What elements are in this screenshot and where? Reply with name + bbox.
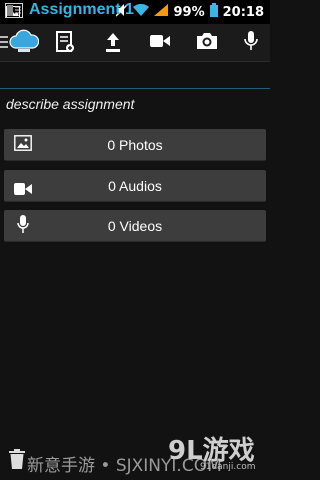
clock: 20:18 bbox=[222, 4, 264, 20]
microphone-icon[interactable] bbox=[244, 30, 258, 52]
signal-icon bbox=[154, 4, 169, 20]
action-bar bbox=[0, 24, 270, 62]
photos-button[interactable]: 0 Photos bbox=[4, 129, 266, 161]
audios-button[interactable]: 0 Audios bbox=[4, 170, 266, 202]
new-document-icon[interactable] bbox=[56, 31, 74, 53]
title-divider bbox=[0, 88, 270, 89]
upload-icon[interactable] bbox=[104, 31, 122, 53]
video-camera-icon[interactable] bbox=[150, 34, 170, 48]
wifi-icon bbox=[133, 3, 150, 20]
audios-count: 0 Audios bbox=[108, 177, 162, 194]
microphone-icon bbox=[17, 215, 29, 239]
videos-count: 0 Videos bbox=[107, 217, 163, 234]
image-icon bbox=[14, 135, 32, 155]
cloud-app-icon[interactable] bbox=[9, 28, 39, 54]
assignment-description: describe assignment bbox=[6, 96, 135, 112]
battery-icon bbox=[209, 3, 218, 21]
trash-icon[interactable] bbox=[9, 449, 25, 473]
photos-count: 0 Photos bbox=[107, 136, 163, 153]
assignment-title: Assignment 1 bbox=[29, 1, 134, 18]
battery-percent: 99% bbox=[173, 4, 205, 20]
assignment-icon bbox=[5, 3, 23, 22]
camera-icon[interactable] bbox=[197, 32, 217, 49]
watermark-url: 91danji.com bbox=[200, 462, 256, 472]
videos-button[interactable]: 0 Videos bbox=[4, 210, 266, 242]
video-camera-icon bbox=[14, 180, 32, 199]
menu-icon[interactable] bbox=[0, 34, 8, 50]
